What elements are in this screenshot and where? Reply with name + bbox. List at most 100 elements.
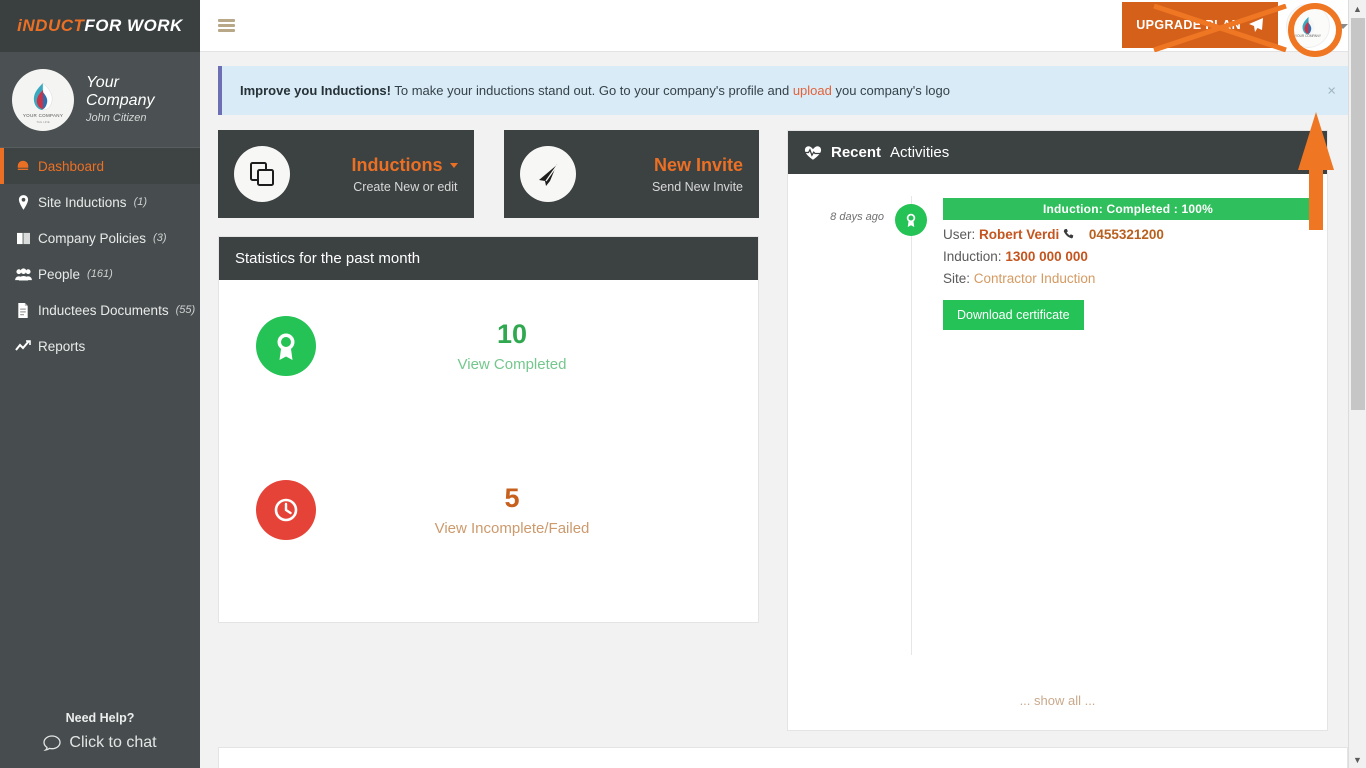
sidebar: iNDUCTFOR WORK YOUR COMPANY TAG LINE You… (0, 0, 200, 768)
help-title: Need Help? (65, 711, 135, 725)
sidebar-item-company-policies[interactable]: Company Policies (3) (0, 220, 200, 256)
recent-activities-body: 8 days ago Induction: Completed : 100% U… (788, 174, 1327, 693)
chevron-down-icon[interactable] (449, 162, 458, 168)
banner-upload-link[interactable]: upload (793, 83, 832, 98)
statistics-panel-title: Statistics for the past month (235, 250, 421, 267)
right-column: Recent Activities 8 days ago Induction: … (787, 130, 1328, 731)
company-logo-avatar: YOUR COMPANY TAG LINE (12, 68, 74, 131)
paper-plane-icon (1249, 17, 1263, 32)
sidebar-item-label: Company Policies (38, 230, 147, 246)
document-icon (14, 302, 32, 318)
clock-icon (256, 480, 316, 540)
stat-row-incomplete: 5 View Incomplete/Failed (219, 458, 758, 562)
activity-user-name[interactable]: Robert Verdi (979, 227, 1059, 242)
activity-phone[interactable]: 0455321200 (1089, 227, 1164, 242)
new-invite-card-title-row: New Invite (652, 155, 743, 176)
new-invite-card-title: New Invite (653, 154, 743, 175)
inductions-card-text: Inductions Create New or edit (352, 155, 458, 194)
sidebar-item-inductees-documents[interactable]: Inductees Documents (55) (0, 292, 200, 328)
profile-user-name: John Citizen (86, 111, 147, 124)
statistics-panel: Statistics for the past month 10 View Co… (218, 236, 759, 623)
activity-status-bar: Induction: Completed : 100% (943, 198, 1313, 220)
help-section: Need Help? Click to chat (0, 711, 200, 752)
people-icon (14, 267, 32, 281)
stat-completed-value: 10 (496, 318, 528, 349)
show-all-link[interactable]: ... show all ... (788, 693, 1327, 730)
click-to-chat-button[interactable]: Click to chat (0, 734, 200, 752)
company-profile[interactable]: YOUR COMPANY TAG LINE Your Company John … (0, 52, 200, 148)
inductions-card[interactable]: Inductions Create New or edit (218, 130, 474, 218)
stat-spacer (219, 398, 758, 458)
sidebar-item-label: Inductees Documents (38, 302, 169, 318)
new-invite-card-subtitle: Send New Invite (651, 179, 743, 194)
brand-text-primary: iNDUCT (17, 16, 85, 35)
profile-text: Your Company John Citizen (86, 74, 190, 124)
topbar-right-group: UPGRADE PLAN YOUR COMPANY (1122, 0, 1348, 52)
activity-induction-line: Induction: 1300 000 000 (943, 249, 1313, 264)
heartbeat-icon (804, 145, 822, 160)
chevron-down-icon[interactable] (1338, 23, 1348, 29)
columns: Inductions Create New or edit New Invite… (218, 130, 1348, 731)
view-incomplete-failed-link[interactable]: View Incomplete/Failed (316, 520, 708, 537)
map-pin-icon (14, 194, 32, 210)
recent-activities-title-rest: Activities (890, 144, 950, 161)
sidebar-item-count: (1) (133, 196, 148, 208)
sidebar-item-label: People (38, 266, 81, 282)
activity-timestamp: 8 days ago (830, 211, 884, 223)
view-completed-link[interactable]: View Completed (316, 356, 708, 373)
upgrade-plan-button[interactable]: UPGRADE PLAN (1122, 1, 1278, 48)
sidebar-item-label: Reports (38, 338, 86, 354)
stat-incomplete-meta: 5 View Incomplete/Failed (316, 483, 708, 537)
stat-completed-meta: 10 View Completed (316, 319, 708, 373)
content-area: Improve you Inductions! To make your ind… (200, 52, 1366, 768)
phone-icon (1063, 228, 1074, 239)
page-scrollbar[interactable]: ▲ ▼ (1348, 0, 1366, 768)
sidebar-item-site-inductions[interactable]: Site Inductions (1) (0, 184, 200, 220)
sidebar-nav: Dashboard Site Inductions (1) Company Po… (0, 148, 200, 364)
activity-user-line: User: Robert Verdi 0455321200 (943, 227, 1313, 242)
user-avatar[interactable]: YOUR COMPANY (1286, 4, 1330, 48)
close-icon[interactable]: × (1327, 83, 1336, 98)
new-invite-card[interactable]: New Invite Send New Invite (503, 130, 759, 218)
paper-plane-icon (519, 146, 576, 202)
banner-text-before: To make your inductions stand out. Go to… (390, 83, 793, 98)
statistics-panel-body: 10 View Completed 5 View Incomplete/Fail… (219, 280, 758, 622)
chart-icon (14, 339, 32, 353)
banner-text-after: you company's logo (831, 83, 950, 98)
activity-item: 8 days ago Induction: Completed : 100% U… (788, 198, 1327, 330)
scrollbar-thumb[interactable] (1351, 18, 1365, 410)
top-bar: UPGRADE PLAN YOUR COMPANY (200, 0, 1366, 52)
upgrade-plan-label: UPGRADE PLAN (1136, 17, 1241, 32)
inductions-card-title-row: Inductions (352, 155, 458, 176)
sidebar-item-dashboard[interactable]: Dashboard (0, 148, 200, 184)
activity-user-label: User: (943, 227, 976, 242)
stat-incomplete-value: 5 (504, 482, 520, 513)
chat-bubble-icon (43, 735, 62, 751)
dashboard-icon (14, 159, 32, 173)
recent-activities-header: Recent Activities (788, 131, 1327, 174)
hamburger-menu-icon[interactable] (218, 17, 235, 35)
activity-site-value: Contractor Induction (973, 271, 1096, 286)
flame-logo-icon (1302, 16, 1314, 35)
action-cards-row: Inductions Create New or edit New Invite… (218, 130, 759, 218)
activity-induction-value: 1300 000 000 (1005, 249, 1088, 264)
statistics-panel-header: Statistics for the past month (219, 237, 758, 280)
banner-strong-text: Improve you Inductions! (240, 83, 391, 98)
sidebar-item-label: Site Inductions (38, 194, 127, 210)
scroll-up-arrow-icon[interactable]: ▲ (1349, 0, 1366, 17)
info-banner: Improve you Inductions! To make your ind… (218, 66, 1348, 115)
scroll-down-arrow-icon[interactable]: ▼ (1349, 751, 1366, 768)
sidebar-item-people[interactable]: People (161) (0, 256, 200, 292)
download-certificate-button[interactable]: Download certificate (943, 300, 1084, 330)
dashboard-page: iNDUCTFOR WORK YOUR COMPANY TAG LINE You… (0, 0, 1366, 768)
book-icon (14, 232, 32, 245)
activity-details: Induction: Completed : 100% User: Robert… (943, 198, 1327, 330)
sidebar-item-count: (161) (87, 268, 113, 280)
activity-induction-label: Induction: (943, 249, 1002, 264)
sidebar-item-reports[interactable]: Reports (0, 328, 200, 364)
brand-logo[interactable]: iNDUCTFOR WORK (0, 0, 200, 52)
new-invite-card-text: New Invite Send New Invite (652, 155, 743, 194)
activity-site-line: Site: Contractor Induction (943, 271, 1313, 286)
bottom-panel (218, 747, 1348, 768)
click-to-chat-label: Click to chat (69, 734, 157, 751)
